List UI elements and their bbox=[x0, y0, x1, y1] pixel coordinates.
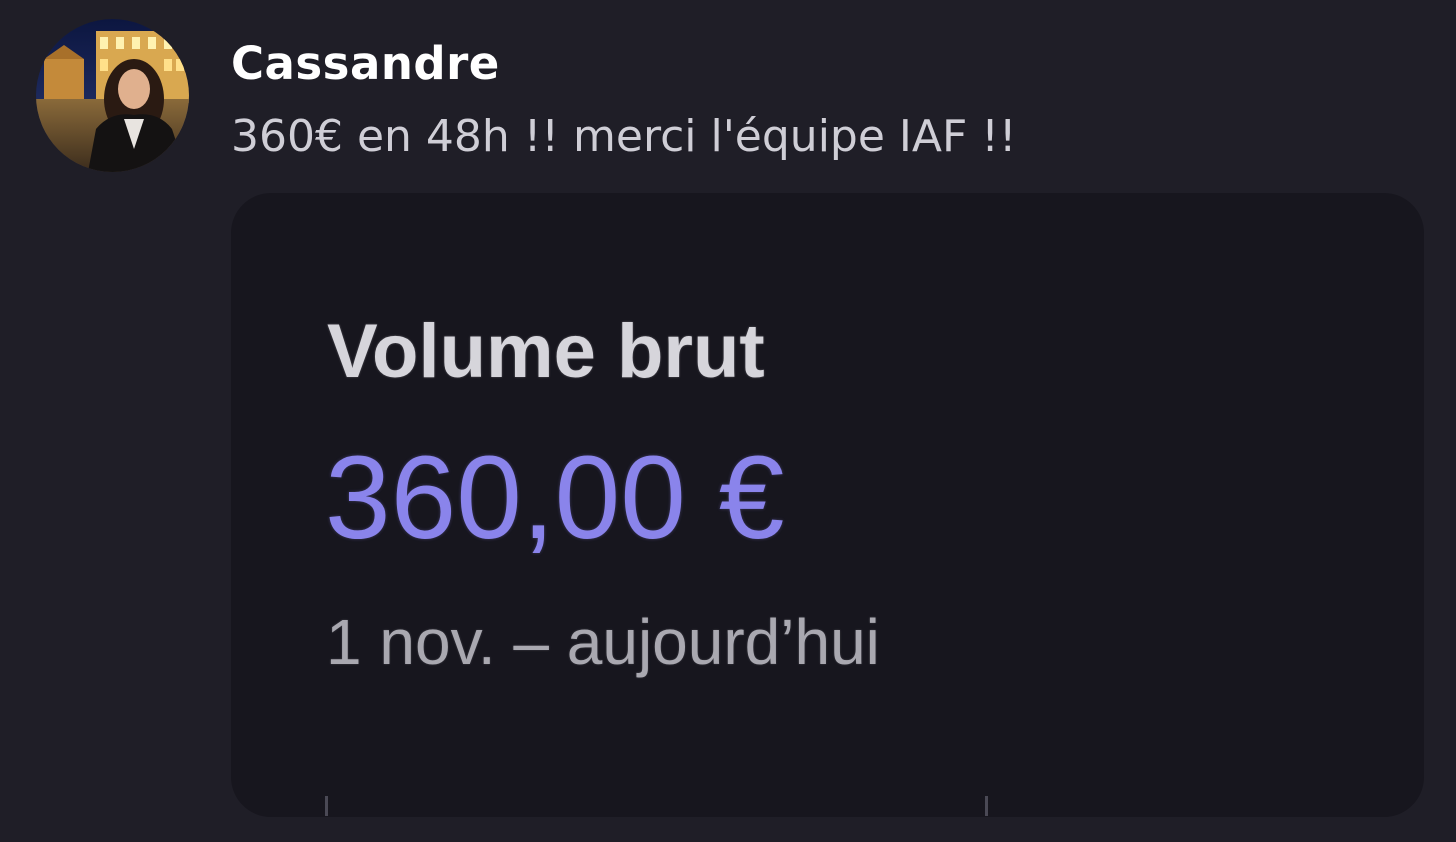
date-range: 1 nov. – aujourd’hui bbox=[326, 606, 880, 678]
axis-tick bbox=[985, 796, 988, 816]
volume-title: Volume brut bbox=[327, 309, 765, 394]
author-avatar[interactable] bbox=[36, 19, 189, 172]
author-name[interactable]: Cassandre bbox=[231, 36, 500, 92]
volume-amount: 360,00 € bbox=[325, 432, 785, 564]
avatar-photo bbox=[36, 19, 189, 172]
post-media-image[interactable]: Volume brut 360,00 € 1 nov. – aujourd’hu… bbox=[231, 193, 1424, 817]
post: Cassandre 360€ en 48h !! merci l'équipe … bbox=[0, 0, 1456, 842]
post-text: 360€ en 48h !! merci l'équipe IAF !! bbox=[231, 111, 1017, 162]
axis-tick bbox=[325, 796, 328, 816]
